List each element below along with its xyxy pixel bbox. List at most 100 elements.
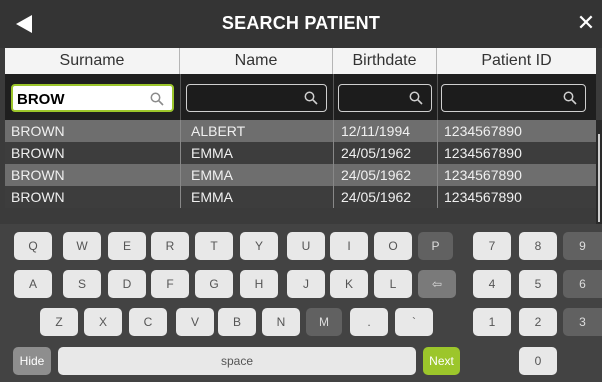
cell-separator	[333, 186, 334, 208]
cell-separator	[437, 186, 438, 208]
table-row[interactable]: BROWN EMMA 24/05/1962 1234567890	[5, 142, 596, 164]
on-screen-keyboard: Q W E R T Y U I O P A S D F G H J K L ⇦ …	[0, 224, 602, 382]
page-title: SEARCH PATIENT	[221, 13, 381, 33]
surname-filter[interactable]	[11, 84, 174, 112]
key-j[interactable]: J	[287, 270, 325, 298]
column-separator	[180, 74, 181, 120]
key-a[interactable]: A	[14, 270, 52, 298]
cell-separator	[333, 120, 334, 142]
key-o[interactable]: O	[374, 232, 412, 260]
name-filter[interactable]	[186, 84, 327, 112]
cell-name: EMMA	[191, 189, 233, 205]
close-button[interactable]: ✕	[576, 10, 596, 35]
key-b[interactable]: B	[218, 308, 256, 336]
cell-birthdate: 24/05/1962	[341, 189, 412, 205]
hide-keyboard-button[interactable]: Hide	[13, 347, 51, 375]
column-separator	[333, 74, 334, 120]
title-bar: SEARCH PATIENT ✕	[0, 0, 602, 48]
key-w[interactable]: W	[63, 232, 101, 260]
cell-surname: BROWN	[11, 123, 65, 139]
key-2[interactable]: 2	[519, 308, 557, 336]
search-icon	[304, 91, 318, 105]
key-7[interactable]: 7	[473, 232, 511, 260]
table-header: Surname Name Birthdate Patient ID	[5, 48, 596, 74]
cell-separator	[437, 164, 438, 186]
cell-name: EMMA	[191, 167, 233, 183]
key-y[interactable]: Y	[240, 232, 278, 260]
patient-id-filter-input[interactable]	[446, 88, 559, 108]
key-6[interactable]: 6	[563, 270, 602, 298]
key-e[interactable]: E	[108, 232, 146, 260]
key-q[interactable]: Q	[14, 232, 52, 260]
column-separator	[437, 74, 438, 120]
key-h[interactable]: H	[240, 270, 278, 298]
cell-birthdate: 24/05/1962	[341, 145, 412, 161]
space-key[interactable]: space	[58, 347, 416, 375]
patient-id-filter[interactable]	[441, 84, 586, 112]
cell-separator	[437, 142, 438, 164]
cell-name: ALBERT	[191, 123, 246, 139]
key-backtick[interactable]: `	[395, 308, 433, 336]
key-f[interactable]: F	[151, 270, 189, 298]
key-v[interactable]: V	[176, 308, 214, 336]
key-z[interactable]: Z	[40, 308, 78, 336]
key-k[interactable]: K	[330, 270, 368, 298]
search-icon	[409, 91, 423, 105]
key-5[interactable]: 5	[519, 270, 557, 298]
key-g[interactable]: G	[195, 270, 233, 298]
cell-surname: BROWN	[11, 167, 65, 183]
cell-patient-id: 1234567890	[444, 123, 522, 139]
key-r[interactable]: R	[151, 232, 189, 260]
search-icon	[150, 92, 164, 106]
cell-separator	[333, 142, 334, 164]
cell-name: EMMA	[191, 145, 233, 161]
column-header-patient-id[interactable]: Patient ID	[437, 48, 596, 74]
filter-row	[5, 74, 596, 120]
column-header-birthdate[interactable]: Birthdate	[333, 48, 437, 74]
cell-separator	[180, 164, 181, 186]
scrollbar-thumb[interactable]	[598, 134, 600, 222]
key-n[interactable]: N	[262, 308, 300, 336]
key-8[interactable]: 8	[519, 232, 557, 260]
cell-separator	[333, 164, 334, 186]
key-l[interactable]: L	[374, 270, 412, 298]
key-m[interactable]: M	[306, 308, 342, 336]
key-c[interactable]: C	[129, 308, 167, 336]
table-row[interactable]: BROWN EMMA 24/05/1962 1234567890	[5, 186, 596, 208]
search-icon	[563, 91, 577, 105]
birthdate-filter[interactable]	[338, 84, 432, 112]
cell-patient-id: 1234567890	[444, 145, 522, 161]
key-period[interactable]: .	[350, 308, 388, 336]
key-i[interactable]: I	[330, 232, 368, 260]
table-row[interactable]: BROWN ALBERT 12/11/1994 1234567890	[5, 120, 596, 142]
key-s[interactable]: S	[63, 270, 101, 298]
next-button[interactable]: Next	[423, 347, 460, 375]
key-x[interactable]: X	[84, 308, 122, 336]
cell-patient-id: 1234567890	[444, 167, 522, 183]
close-icon: ✕	[576, 10, 596, 35]
column-header-name[interactable]: Name	[180, 48, 333, 74]
surname-filter-input[interactable]	[17, 89, 146, 109]
column-header-surname[interactable]: Surname	[5, 48, 180, 74]
key-0[interactable]: 0	[519, 347, 557, 375]
key-u[interactable]: U	[287, 232, 325, 260]
key-3[interactable]: 3	[563, 308, 602, 336]
key-9[interactable]: 9	[563, 232, 602, 260]
cell-separator	[180, 186, 181, 208]
backspace-key[interactable]: ⇦	[418, 270, 456, 298]
cell-separator	[437, 120, 438, 142]
cell-separator	[180, 142, 181, 164]
table-row[interactable]: BROWN EMMA 24/05/1962 1234567890	[5, 164, 596, 186]
birthdate-filter-input[interactable]	[343, 88, 405, 108]
cell-birthdate: 24/05/1962	[341, 167, 412, 183]
name-filter-input[interactable]	[191, 88, 300, 108]
key-d[interactable]: D	[108, 270, 146, 298]
key-4[interactable]: 4	[473, 270, 511, 298]
key-p[interactable]: P	[418, 232, 453, 260]
cell-separator	[180, 120, 181, 142]
key-t[interactable]: T	[195, 232, 233, 260]
cell-patient-id: 1234567890	[444, 189, 522, 205]
cell-surname: BROWN	[11, 189, 65, 205]
key-1[interactable]: 1	[473, 308, 511, 336]
cell-birthdate: 12/11/1994	[341, 123, 411, 139]
